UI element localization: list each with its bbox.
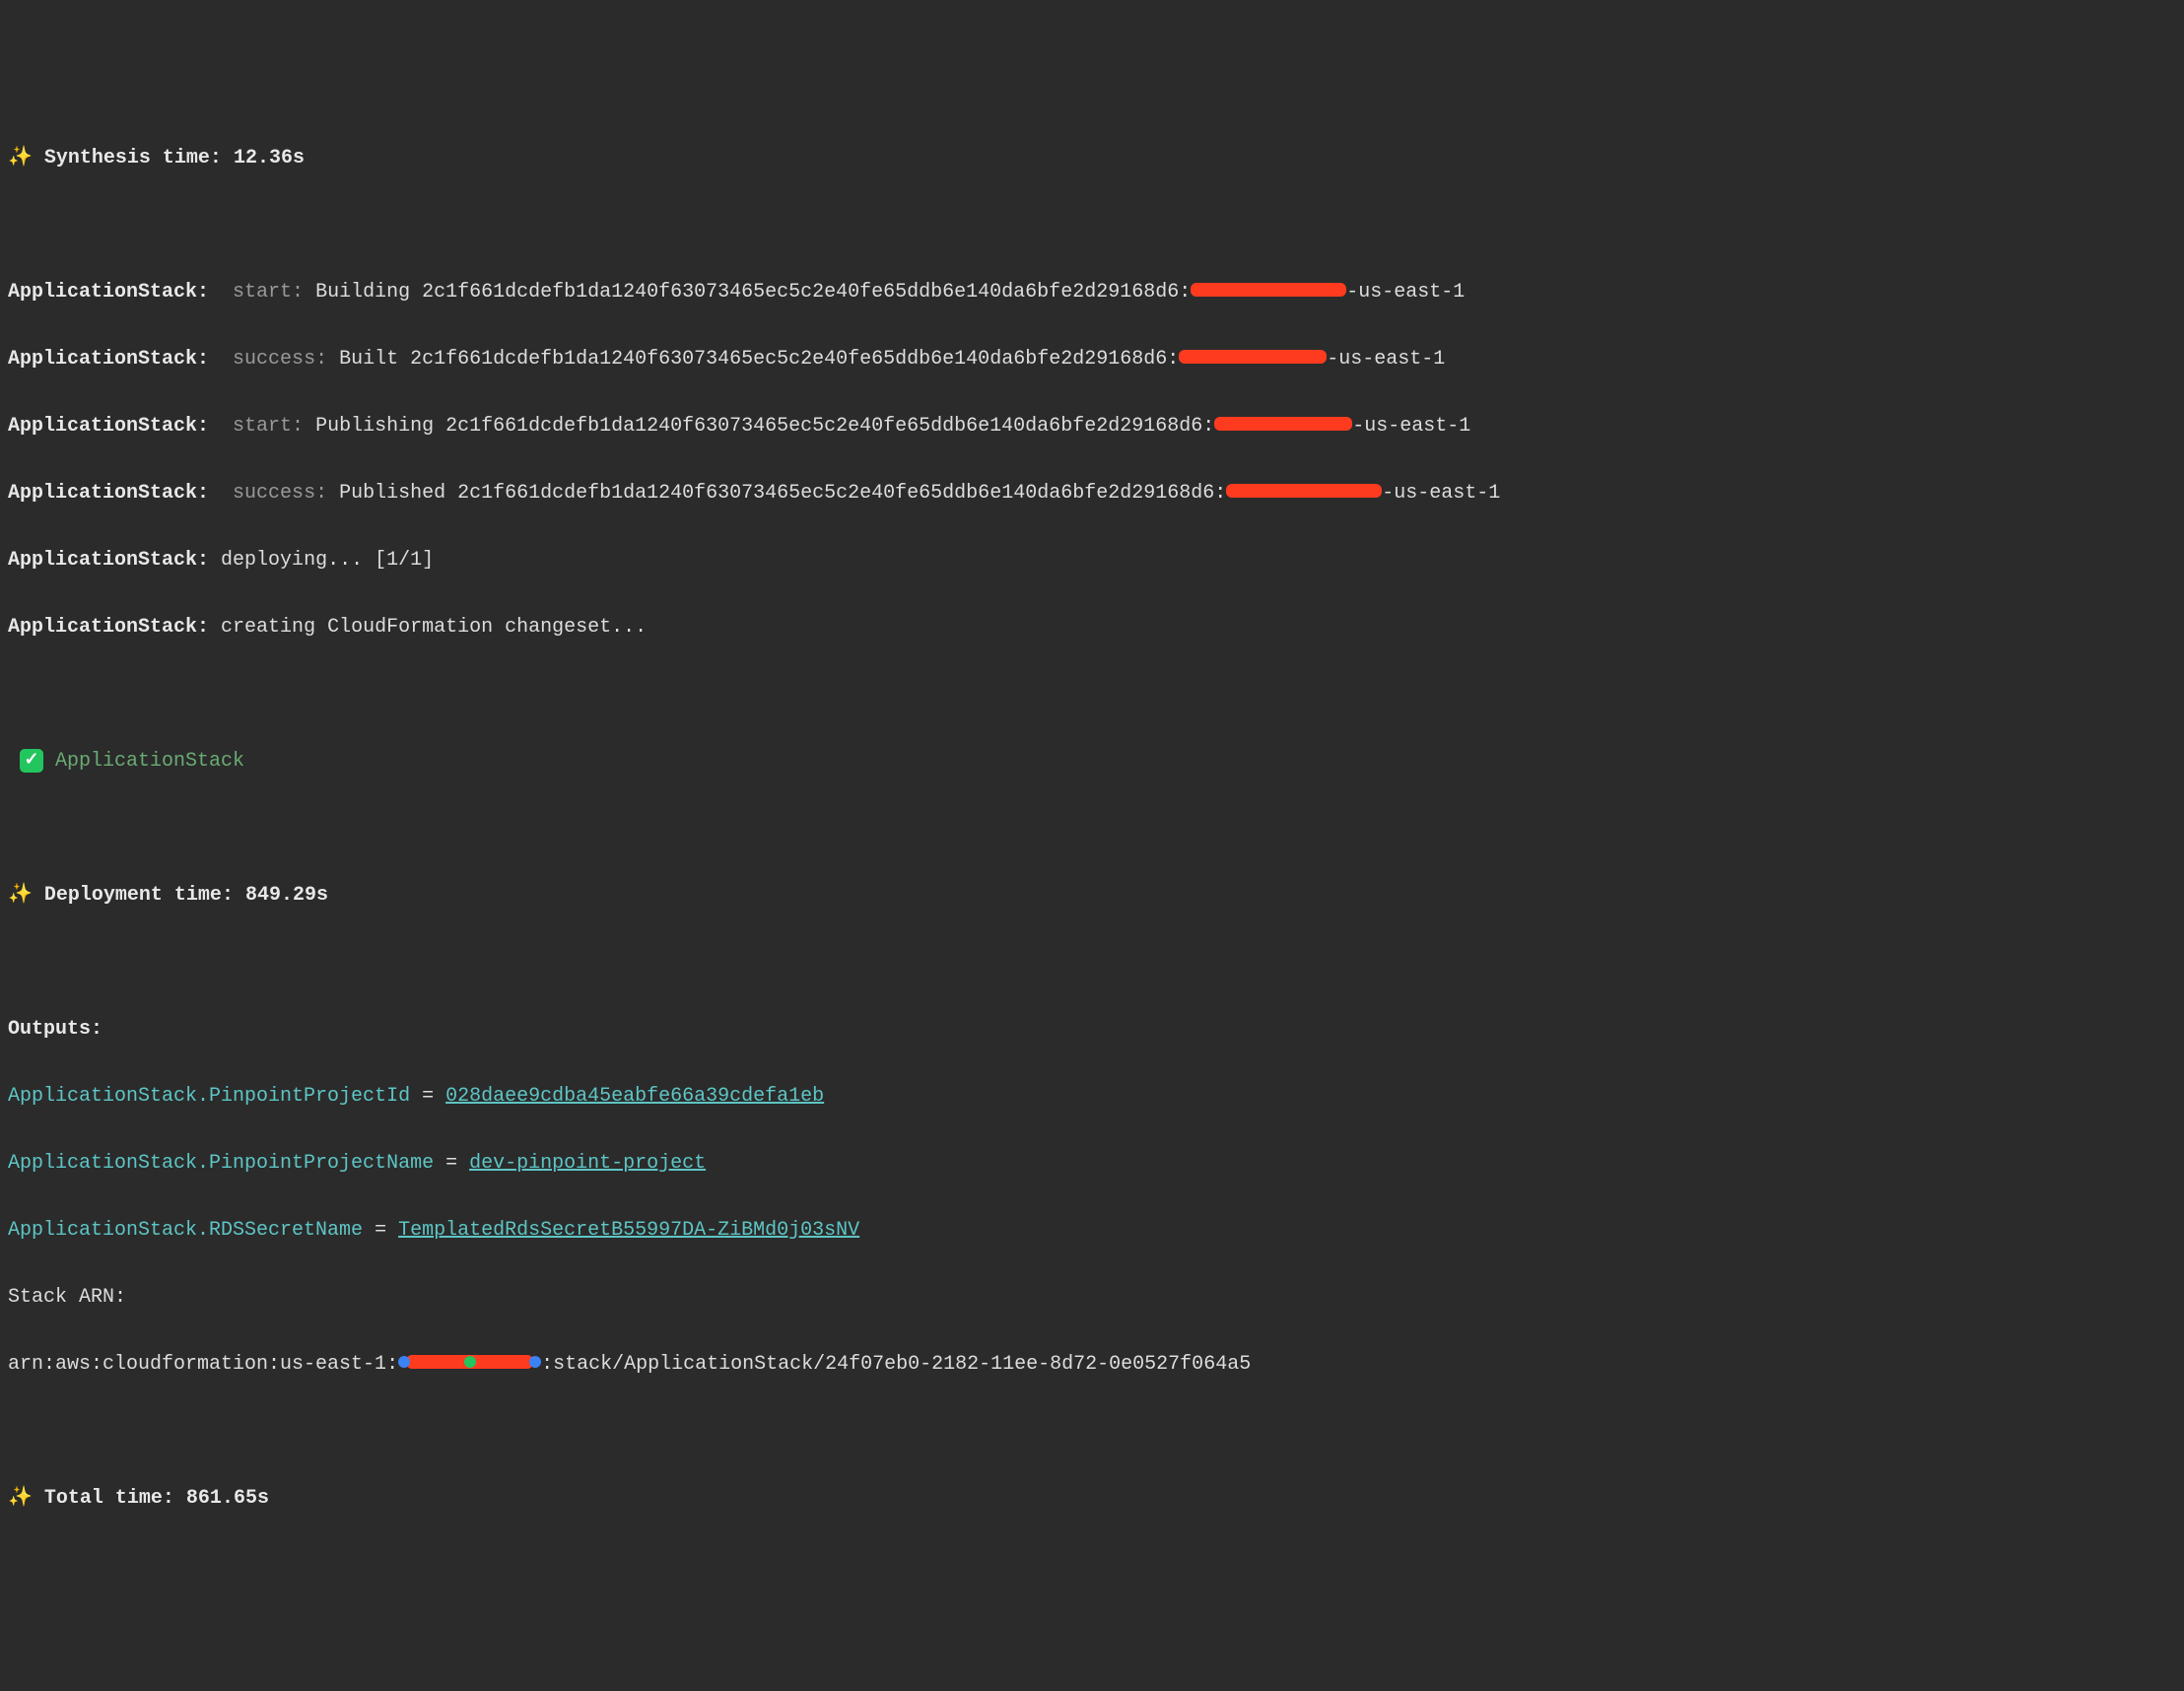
output-value: TemplatedRdsSecretB55997DA-ZiBMd0j03sNV — [398, 1219, 859, 1242]
blank-line — [8, 1415, 2176, 1449]
stack-arn-heading: Stack ARN: — [8, 1286, 126, 1309]
region-text: -us-east-1 — [1346, 281, 1465, 304]
output-eq: = — [363, 1219, 398, 1242]
output-eq: = — [410, 1085, 445, 1108]
synthesis-time-text: Synthesis time: 12.36s — [33, 147, 305, 169]
action-text: Built 2c1f661dcdefb1da1240f63073465ec5c2… — [327, 348, 1179, 371]
stack-name: ApplicationStack: — [8, 616, 209, 639]
region-text: -us-east-1 — [1352, 415, 1470, 438]
deploying-line: ApplicationStack: deploying... [1/1] — [8, 544, 2176, 577]
deploying-text: deploying... [1/1] — [209, 549, 434, 572]
stack-name: ApplicationStack: — [8, 281, 209, 304]
build-line-3: ApplicationStack: success: Published 2c1… — [8, 477, 2176, 510]
output-line-2: ApplicationStack.RDSSecretName = Templat… — [8, 1214, 2176, 1248]
redacted-account-id: x — [1226, 484, 1382, 498]
build-line-1: ApplicationStack: success: Built 2c1f661… — [8, 343, 2176, 376]
redacted-account-id-selected — [398, 1354, 541, 1370]
redacted-account-id: x — [1214, 417, 1352, 431]
stack-name: ApplicationStack: — [8, 348, 209, 371]
deployment-time-text: Deployment time: 849.29s — [33, 884, 328, 907]
outputs-heading: Outputs: — [8, 1018, 102, 1041]
output-value: 028daee9cdba45eabfe66a39cdefa1eb — [445, 1085, 824, 1108]
total-time-text: Total time: 861.65s — [33, 1487, 269, 1510]
action-text: Published 2c1f661dcdefb1da1240f63073465e… — [327, 482, 1226, 505]
action-text: Building 2c1f661dcdefb1da1240f63073465ec… — [304, 281, 1191, 304]
status-text: start: — [209, 415, 304, 438]
status-text: success: — [209, 348, 327, 371]
output-eq: = — [434, 1152, 469, 1175]
build-line-0: ApplicationStack: start: Building 2c1f66… — [8, 276, 2176, 309]
changeset-line: ApplicationStack: creating CloudFormatio… — [8, 611, 2176, 644]
blank-line — [8, 946, 2176, 980]
output-key: ApplicationStack.PinpointProjectId — [8, 1085, 410, 1108]
stack-name: ApplicationStack: — [8, 415, 209, 438]
blank-line — [8, 812, 2176, 846]
sparkle-icon: ✨ — [8, 884, 33, 907]
stack-arn-prefix: arn:aws:cloudformation:us-east-1: — [8, 1353, 398, 1376]
output-key: ApplicationStack.RDSSecretName — [8, 1219, 363, 1242]
deployment-time-line: ✨ Deployment time: 849.29s — [8, 879, 2176, 913]
stack-arn-line: arn:aws:cloudformation:us-east-1: :stack/… — [8, 1348, 2176, 1382]
stack-arn-suffix: :stack/ApplicationStack/24f07eb0-2182-11… — [541, 1353, 1251, 1376]
stack-name: ApplicationStack: — [8, 549, 209, 572]
output-line-1: ApplicationStack.PinpointProjectName = d… — [8, 1147, 2176, 1181]
status-text: start: — [209, 281, 304, 304]
action-text: Publishing 2c1f661dcdefb1da1240f63073465… — [304, 415, 1214, 438]
success-stack-name: ApplicationStack — [43, 750, 244, 773]
changeset-text: creating CloudFormation changeset... — [209, 616, 647, 639]
outputs-label: Outputs: — [8, 1013, 2176, 1047]
check-icon: ✓ — [20, 749, 43, 773]
blank-line — [8, 678, 2176, 711]
blank-line — [8, 209, 2176, 242]
region-text: -us-east-1 — [1382, 482, 1500, 505]
region-text: -us-east-1 — [1327, 348, 1445, 371]
output-line-0: ApplicationStack.PinpointProjectId = 028… — [8, 1080, 2176, 1114]
output-key: ApplicationStack.PinpointProjectName — [8, 1152, 434, 1175]
build-line-2: ApplicationStack: start: Publishing 2c1f… — [8, 410, 2176, 443]
stack-name: ApplicationStack: — [8, 482, 209, 505]
status-text: success: — [209, 482, 327, 505]
sparkle-icon: ✨ — [8, 1487, 33, 1510]
redacted-account-id: x — [1179, 350, 1327, 364]
stack-arn-label: Stack ARN: — [8, 1281, 2176, 1315]
total-time-line: ✨ Total time: 861.65s — [8, 1482, 2176, 1516]
sparkle-icon: ✨ — [8, 147, 33, 169]
output-value: dev-pinpoint-project — [469, 1152, 706, 1175]
success-line: ✓ ApplicationStack — [8, 745, 2176, 778]
synthesis-time-line: ✨ Synthesis time: 12.36s — [8, 142, 2176, 175]
redacted-account-id: x — [1191, 283, 1346, 297]
